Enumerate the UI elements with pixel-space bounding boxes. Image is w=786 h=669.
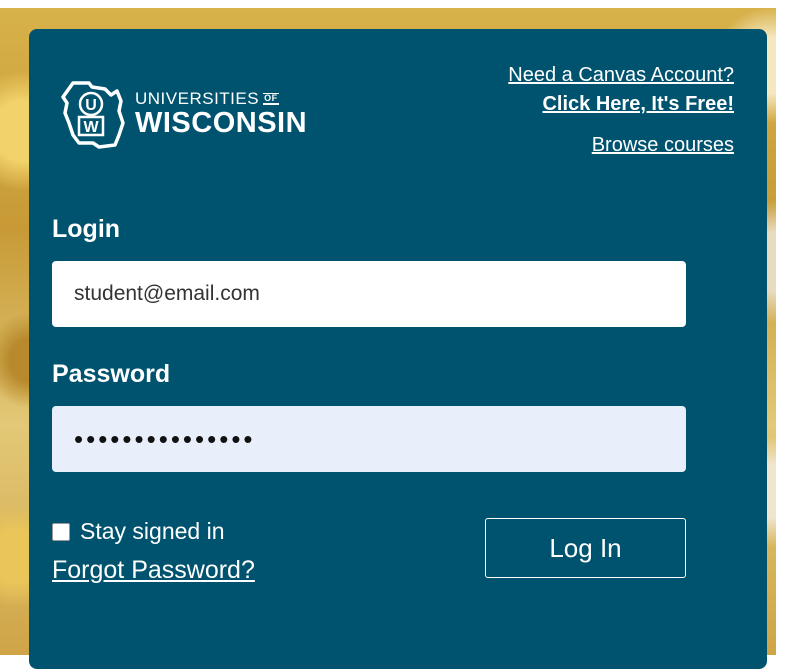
browse-courses-link[interactable]: Browse courses <box>508 134 734 157</box>
password-mask: ••••••••••••••• <box>74 423 256 454</box>
forgot-password-link[interactable]: Forgot Password? <box>52 556 255 585</box>
account-links: Need a Canvas Account? Click Here, It's … <box>508 64 734 157</box>
uw-logo: U W UNIVERSITIES OF WISCONSIN <box>59 74 319 154</box>
logo-universities: UNIVERSITIES <box>135 89 260 108</box>
password-label: Password <box>52 360 171 388</box>
logo-of: OF <box>263 92 279 105</box>
stay-signed-in-checkbox[interactable] <box>52 522 70 541</box>
right-edge <box>776 0 786 655</box>
svg-text:W: W <box>83 119 99 136</box>
svg-text:U: U <box>85 97 97 114</box>
logo-wisconsin: WISCONSIN <box>135 107 308 139</box>
login-input[interactable] <box>52 261 686 327</box>
login-label: Login <box>52 215 121 243</box>
click-here-link[interactable]: Click Here, It's Free! <box>508 93 734 116</box>
need-account-link[interactable]: Need a Canvas Account? <box>508 64 734 87</box>
wisconsin-state-icon: U W <box>61 81 125 149</box>
password-input[interactable]: ••••••••••••••• <box>52 406 686 472</box>
stay-signed-in-label: Stay signed in <box>80 518 225 544</box>
logo-wordmark: UNIVERSITIES OF WISCONSIN <box>135 90 307 138</box>
login-button[interactable]: Log In <box>485 518 686 578</box>
stay-signed-in[interactable]: Stay signed in <box>52 518 224 545</box>
top-edge <box>0 0 786 8</box>
